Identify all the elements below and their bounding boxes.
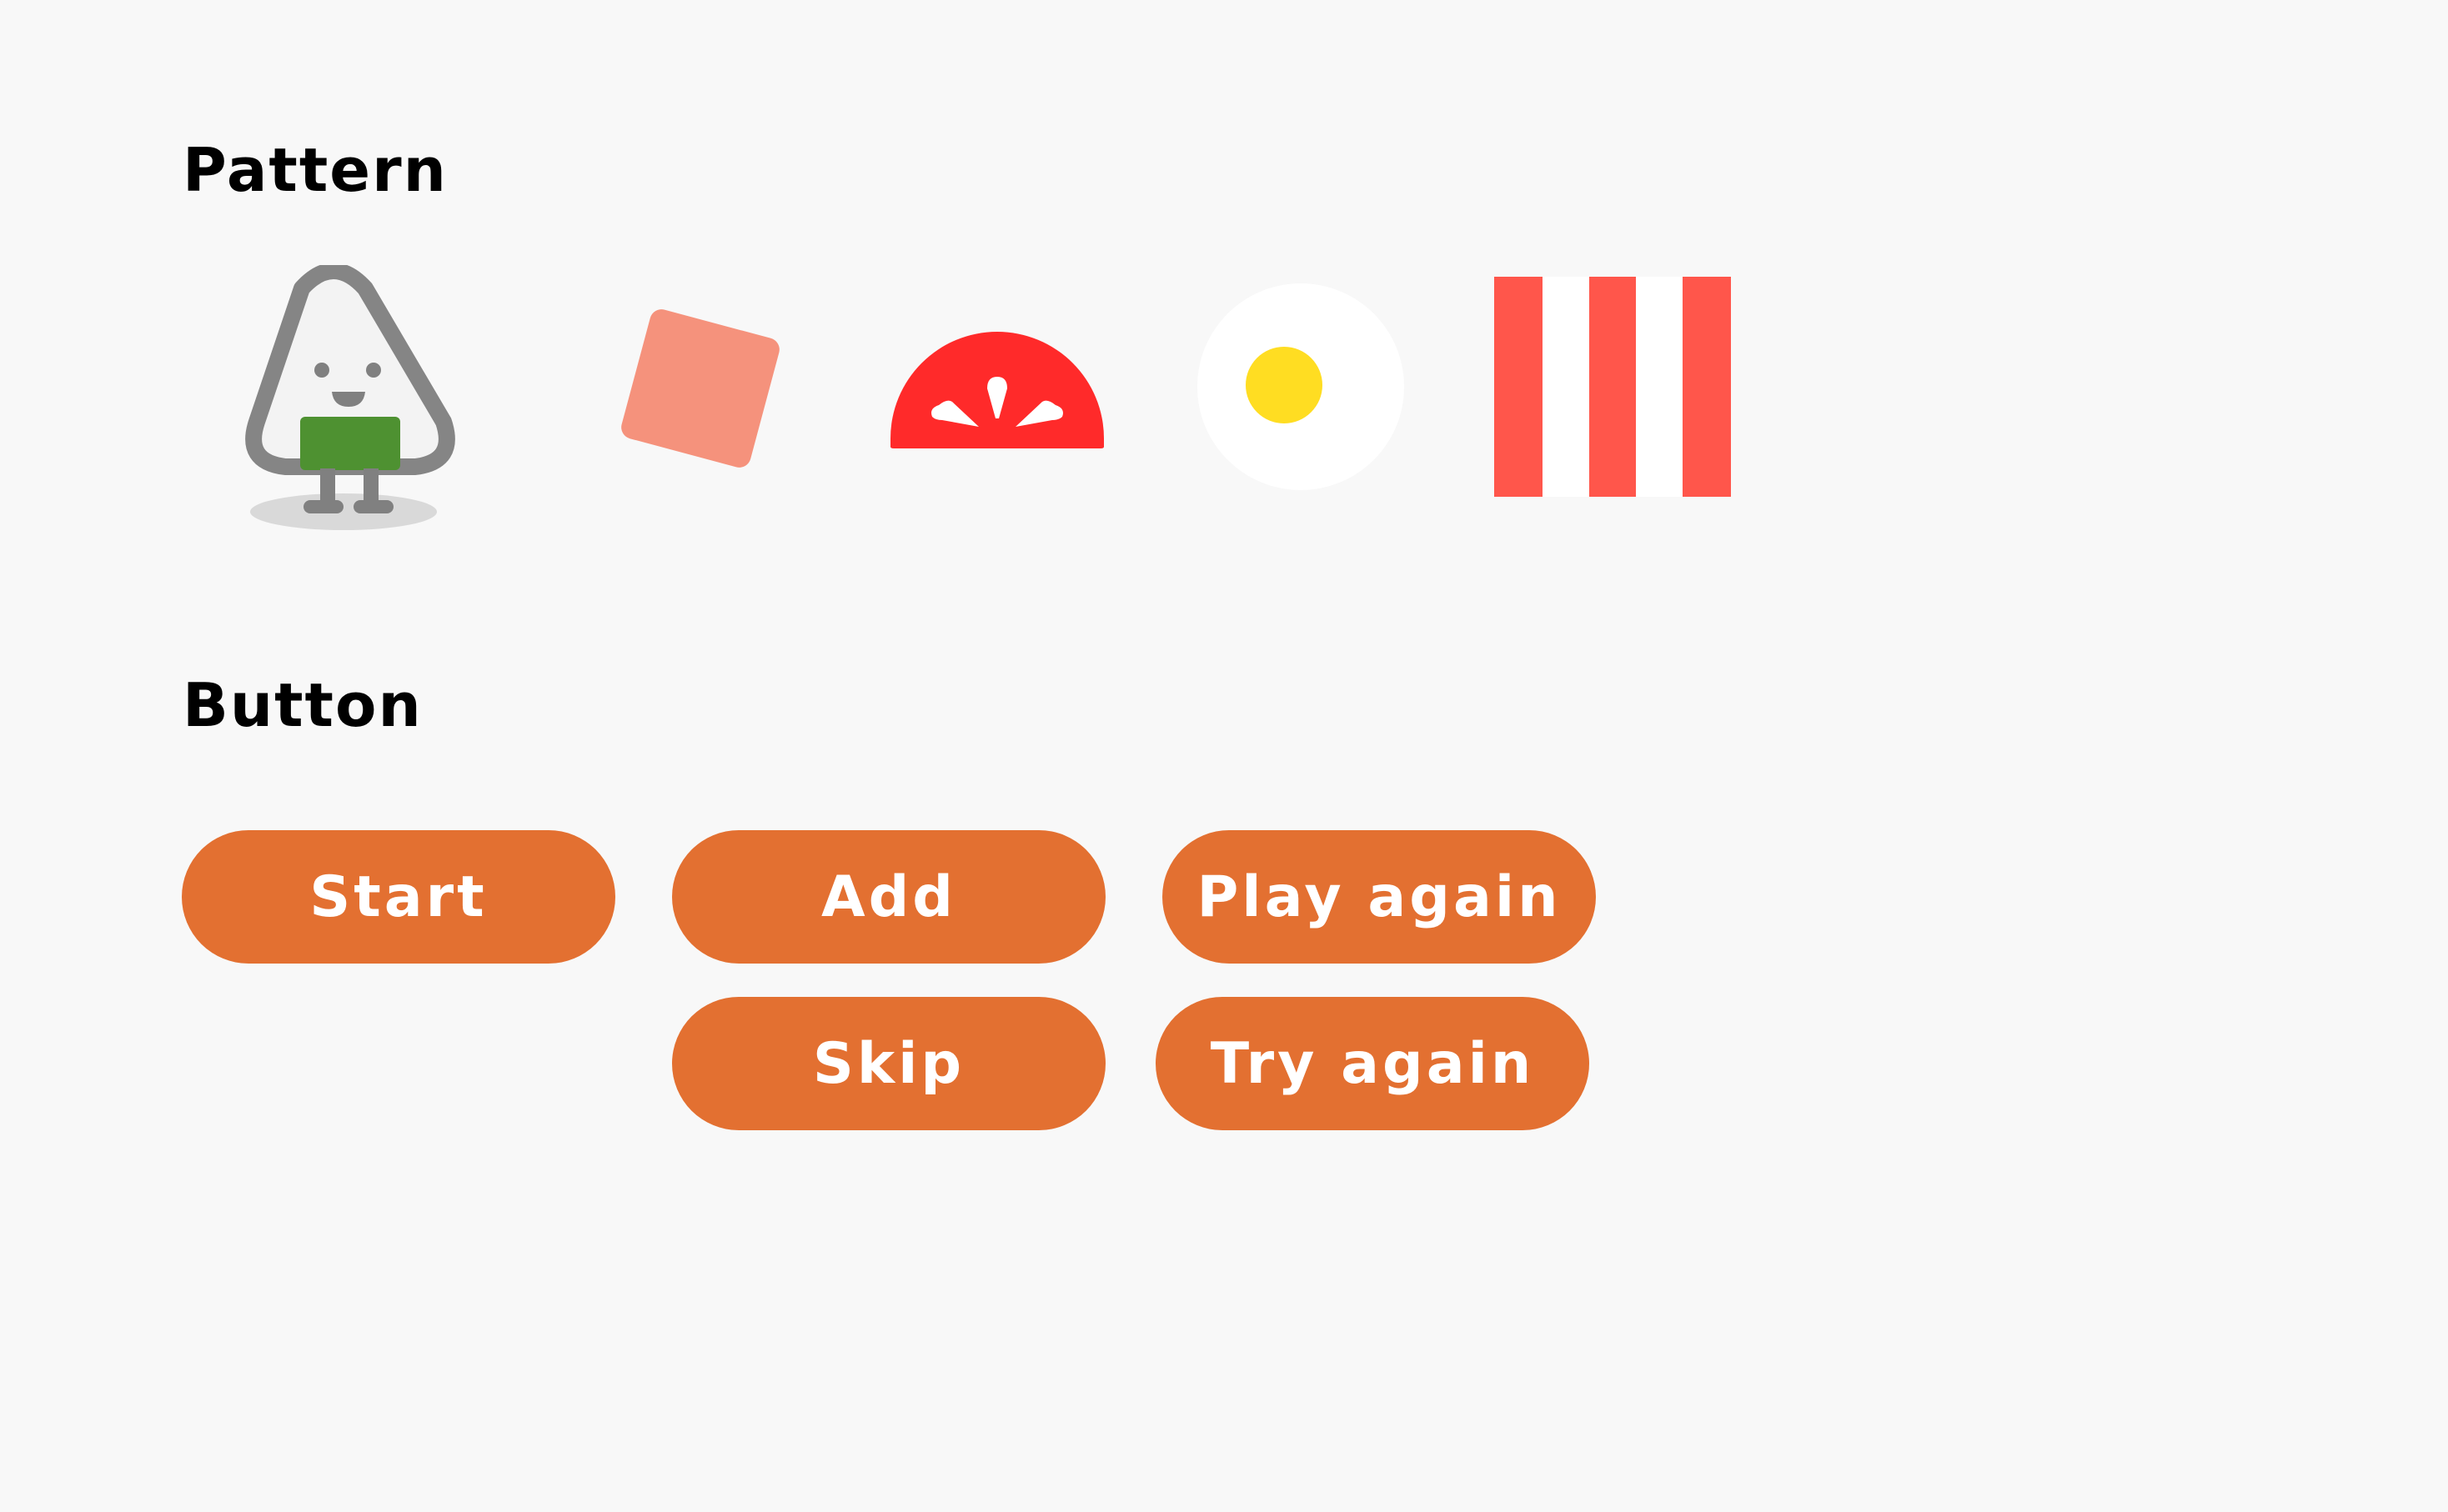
skip-button[interactable]: Skip	[672, 997, 1106, 1130]
left-foot	[303, 500, 344, 513]
section-title-button: Button	[183, 670, 423, 740]
left-eye	[314, 363, 329, 378]
add-button[interactable]: Add	[672, 830, 1106, 964]
start-button-label: Start	[309, 864, 488, 930]
play-again-button-label: Play again	[1196, 864, 1562, 930]
onigiri-character-icon	[245, 265, 455, 530]
character-shadow	[250, 493, 437, 530]
nori-wrap	[300, 417, 400, 470]
play-again-button[interactable]: Play again	[1162, 830, 1596, 964]
salmon-slice-icon	[621, 309, 780, 468]
start-button[interactable]: Start	[182, 830, 615, 964]
egg-yolk	[1246, 347, 1322, 423]
try-again-button-label: Try again	[1210, 1030, 1535, 1097]
bacon-stripes-icon	[1494, 277, 1731, 497]
add-button-label: Add	[821, 864, 956, 930]
fried-egg-icon	[1197, 283, 1404, 490]
section-title-pattern: Pattern	[183, 135, 448, 205]
tomato-slice-icon	[890, 332, 1104, 448]
skip-button-label: Skip	[812, 1030, 966, 1097]
right-foot	[354, 500, 394, 513]
try-again-button[interactable]: Try again	[1156, 997, 1589, 1130]
right-eye	[366, 363, 381, 378]
